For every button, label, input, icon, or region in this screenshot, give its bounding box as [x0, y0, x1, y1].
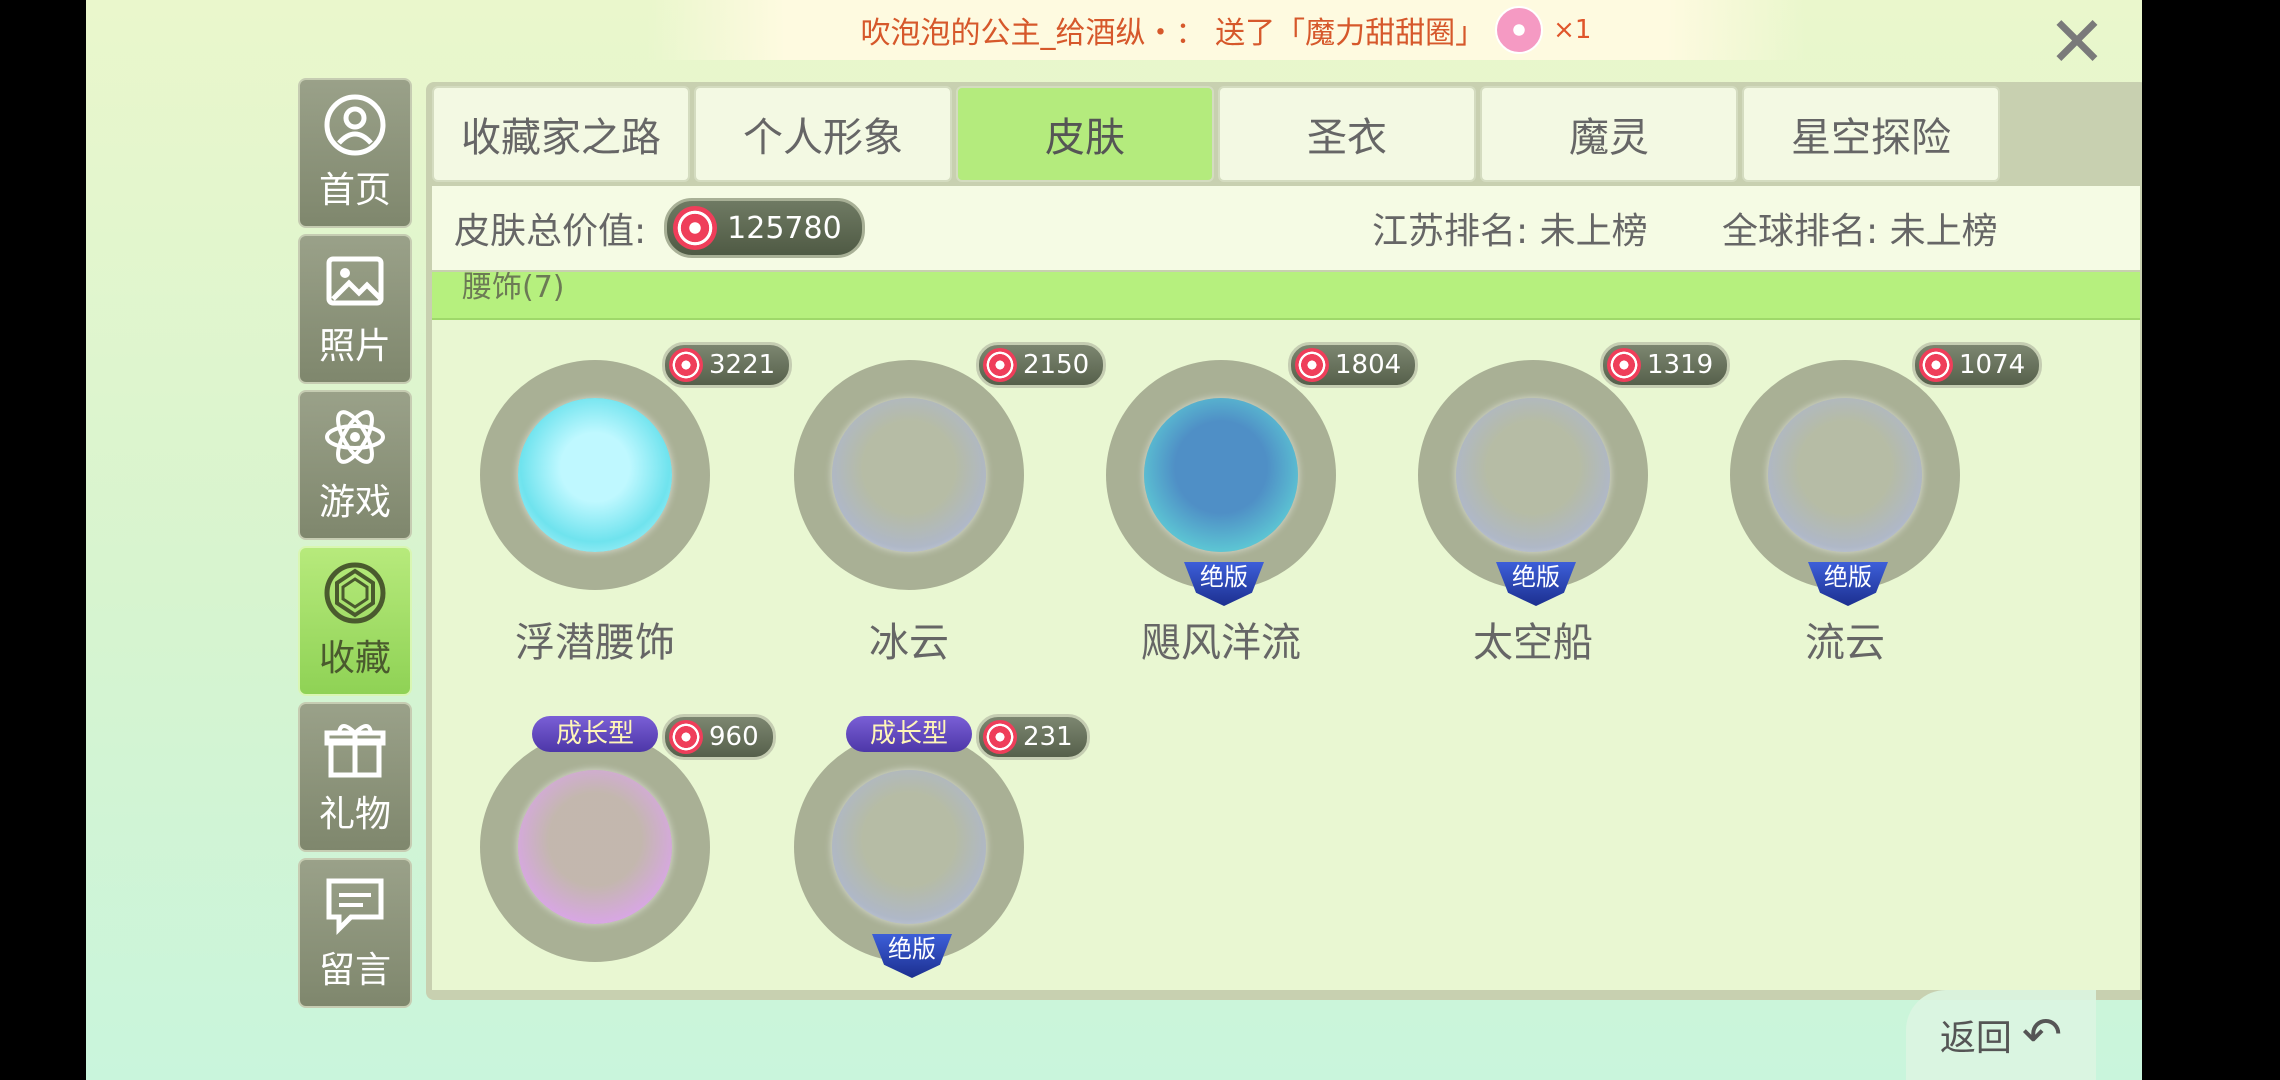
total-value: 125780	[727, 210, 842, 246]
item-price: 3221	[709, 350, 776, 380]
stage: 吹泡泡的公主_给酒纵・： 送了「魔力甜甜圈」 ×1 ✕ 首页 照片 游戏 收藏 …	[86, 0, 2142, 1080]
item-price: 1804	[1335, 350, 1402, 380]
banner-count: ×1	[1553, 15, 1592, 45]
item-price: 231	[1023, 722, 1073, 752]
rank-global: 全球排名: 未上榜	[1722, 211, 1998, 252]
item-image	[832, 770, 986, 924]
sidebar-item-games[interactable]: 游戏	[298, 390, 412, 540]
sidebar-item-label: 首页	[318, 170, 391, 211]
tab-collector-road[interactable]: 收藏家之路	[432, 86, 690, 182]
item-image	[518, 770, 672, 924]
sidebar: 首页 照片 游戏 收藏 礼物 留言	[298, 78, 412, 1014]
item-image	[832, 398, 986, 552]
sidebar-item-photos[interactable]: 照片	[298, 234, 412, 384]
banner-message: 吹泡泡的公主_给酒纵・： 送了「魔力甜甜圈」	[860, 16, 1486, 51]
rank-local: 江苏排名: 未上榜	[1372, 211, 1648, 252]
item-price: 2150	[1023, 350, 1090, 380]
donut-icon	[1495, 6, 1544, 54]
sidebar-item-label: 照片	[318, 326, 391, 367]
growth-type-badge: 成长型	[532, 716, 658, 752]
item-name: 飓风洋流	[1141, 620, 1301, 666]
price-badge: 3221	[662, 342, 793, 388]
item-name: 浮潜腰饰	[515, 620, 675, 666]
price-badge: 231	[976, 714, 1090, 760]
collection-panel: 收藏家之路 个人形象 皮肤 圣衣 魔灵 星空探险 皮肤总价值: 125780 江…	[426, 82, 2142, 1000]
message-icon	[326, 878, 384, 936]
candy-swirl-icon	[1919, 348, 1953, 382]
back-button[interactable]: 返回 ↶	[1906, 990, 2096, 1080]
summary-row: 皮肤总价值: 125780 江苏排名: 未上榜 全球排名: 未上榜	[432, 186, 2140, 270]
tab-bar: 收藏家之路 个人形象 皮肤 圣衣 魔灵 星空探险	[432, 86, 2000, 182]
item-name: 流云	[1805, 620, 1885, 666]
atom-icon	[325, 410, 385, 464]
items-scroll-area[interactable]: 腰饰(7) 3221 浮潜腰饰 2150 冰云 1804 绝版 飓风洋流 131…	[432, 272, 2140, 990]
item-image	[518, 398, 672, 552]
sidebar-item-label: 留言	[318, 950, 391, 991]
sidebar-item-home[interactable]: 首页	[298, 78, 412, 228]
item-card[interactable]: 1074 绝版 流云	[1730, 292, 2043, 666]
candy-swirl-icon	[1607, 348, 1641, 382]
limited-edition-badge: 绝版	[1808, 562, 1888, 606]
sidebar-item-messages[interactable]: 留言	[298, 858, 412, 1008]
total-value-badge: 125780	[664, 198, 865, 258]
item-price: 1319	[1647, 350, 1714, 380]
item-card[interactable]: 231 成长型 绝版	[794, 664, 1090, 990]
item-name: 太空船	[1473, 620, 1593, 666]
item-image	[1456, 398, 1610, 552]
growth-type-badge: 成长型	[846, 716, 972, 752]
sidebar-item-label: 游戏	[318, 482, 391, 523]
item-card[interactable]: 2150 冰云	[794, 292, 1107, 666]
close-icon: ✕	[2047, 1, 2107, 83]
price-badge: 960	[662, 714, 776, 760]
item-name: 冰云	[869, 620, 949, 666]
sidebar-item-gifts[interactable]: 礼物	[298, 702, 412, 852]
candy-swirl-icon	[983, 348, 1017, 382]
item-card[interactable]: 1319 绝版 太空船	[1418, 292, 1731, 666]
item-card[interactable]: 3221 浮潜腰饰	[480, 292, 793, 666]
tab-personal-image[interactable]: 个人形象	[694, 86, 952, 182]
limited-edition-badge: 绝版	[1184, 562, 1264, 606]
candy-swirl-icon	[1295, 348, 1329, 382]
close-button[interactable]: ✕	[2032, 6, 2122, 78]
image-icon	[326, 256, 384, 306]
total-value-label: 皮肤总价值:	[454, 211, 647, 252]
item-card[interactable]: 960 成长型	[480, 664, 776, 990]
user-circle-icon	[324, 94, 386, 156]
candy-swirl-icon	[673, 206, 718, 250]
price-badge: 1804	[1288, 342, 1419, 388]
item-image	[1144, 398, 1298, 552]
candy-swirl-icon	[983, 720, 1017, 754]
item-image	[1768, 398, 1922, 552]
sidebar-item-label: 收藏	[318, 638, 391, 679]
item-price: 1074	[1959, 350, 2026, 380]
candy-swirl-icon	[669, 348, 703, 382]
candy-swirl-icon	[669, 720, 703, 754]
tab-holy-cloth[interactable]: 圣衣	[1218, 86, 1476, 182]
price-badge: 1319	[1600, 342, 1731, 388]
limited-edition-badge: 绝版	[872, 934, 952, 978]
gift-icon	[324, 724, 386, 778]
price-badge: 2150	[976, 342, 1107, 388]
limited-edition-badge: 绝版	[1496, 562, 1576, 606]
tab-skin[interactable]: 皮肤	[956, 86, 1214, 182]
sidebar-item-label: 礼物	[318, 794, 391, 835]
gift-notification-banner: 吹泡泡的公主_给酒纵・： 送了「魔力甜甜圈」 ×1	[646, 0, 1806, 60]
back-label: 返回	[1939, 1018, 2012, 1059]
return-arrow-icon: ↶	[2021, 1007, 2063, 1063]
item-card[interactable]: 1804 绝版 飓风洋流	[1106, 292, 1419, 666]
item-price: 960	[709, 722, 759, 752]
sidebar-item-collection[interactable]: 收藏	[298, 546, 412, 696]
tab-spirit[interactable]: 魔灵	[1480, 86, 1738, 182]
gem-icon	[324, 562, 386, 624]
tab-starry-adventure[interactable]: 星空探险	[1742, 86, 2000, 182]
price-badge: 1074	[1912, 342, 2043, 388]
